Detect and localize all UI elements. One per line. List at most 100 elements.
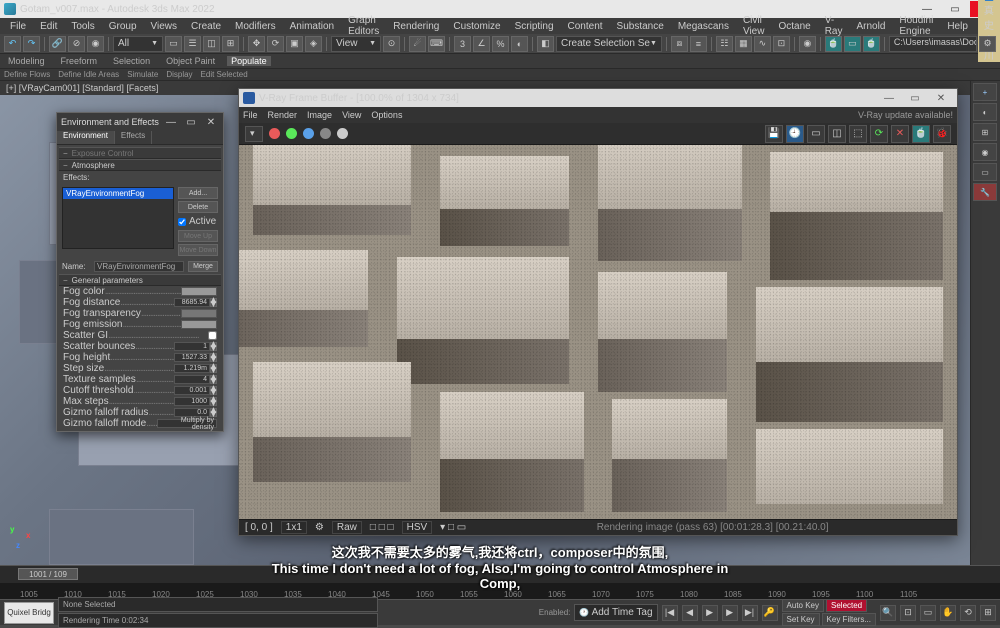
- env-close[interactable]: ✕: [203, 115, 219, 129]
- hierarchy-tab[interactable]: ⊞: [973, 123, 997, 141]
- vfb-menu-render[interactable]: Render: [268, 110, 298, 120]
- menu-octane[interactable]: Octane: [772, 21, 816, 32]
- redo-button[interactable]: ↷: [23, 36, 40, 52]
- spinner-snap-button[interactable]: ◐: [511, 36, 528, 52]
- select-button[interactable]: ▭: [165, 36, 182, 52]
- vfb-mono-channel[interactable]: [337, 128, 348, 139]
- vfb-render-view[interactable]: [239, 145, 957, 519]
- maximize-button[interactable]: ▭: [942, 1, 968, 17]
- display-tab[interactable]: ▭: [973, 163, 997, 181]
- time-slider-track[interactable]: 1001 / 109: [0, 565, 1000, 583]
- vfb-stop-button[interactable]: ✕: [891, 125, 909, 143]
- prev-frame-button[interactable]: ◀: [682, 605, 698, 621]
- env-titlebar[interactable]: Environment and Effects — ▭ ✕: [57, 113, 223, 131]
- play-button[interactable]: ▶: [702, 605, 718, 621]
- vfb-clear-button[interactable]: ▭: [807, 125, 825, 143]
- keyboard-shortcut-button[interactable]: ⌨: [428, 36, 445, 52]
- vfb-close[interactable]: ✕: [929, 91, 953, 105]
- mirror-button[interactable]: ⧈: [671, 36, 688, 52]
- menu-create[interactable]: Create: [185, 21, 227, 32]
- menu-rendering[interactable]: Rendering: [387, 21, 445, 32]
- vfb-menu-image[interactable]: Image: [307, 110, 332, 120]
- menu-customize[interactable]: Customize: [447, 21, 506, 32]
- vfb-channel-dropdown[interactable]: ▾: [245, 126, 263, 142]
- active-checkbox[interactable]: Active: [178, 215, 218, 228]
- env-maximize[interactable]: ▭: [183, 115, 199, 129]
- setkey-button[interactable]: Set Key: [782, 613, 820, 626]
- menu-edit[interactable]: Edit: [34, 21, 63, 32]
- vfb-minimize[interactable]: —: [877, 91, 901, 105]
- moveup-button[interactable]: Move Up: [178, 230, 218, 242]
- env-minimize[interactable]: —: [163, 115, 179, 129]
- menu-file[interactable]: File: [4, 21, 32, 32]
- param-value[interactable]: 1: [174, 342, 210, 351]
- env-tab-effects[interactable]: Effects: [115, 131, 152, 144]
- param-value[interactable]: 0.001: [174, 386, 210, 395]
- link-button[interactable]: 🔗: [49, 36, 66, 52]
- rotate-button[interactable]: ⟳: [267, 36, 284, 52]
- motion-tab[interactable]: ◉: [973, 143, 997, 161]
- rollout-exposure[interactable]: Exposure Control: [59, 147, 221, 159]
- schematic-button[interactable]: ⊡: [773, 36, 790, 52]
- unlink-button[interactable]: ⊘: [68, 36, 85, 52]
- name-input[interactable]: VRayEnvironmentFog: [94, 261, 184, 272]
- vfb-menu-view[interactable]: View: [342, 110, 361, 120]
- vfb-save-button[interactable]: 💾: [765, 125, 783, 143]
- vfb-debug-button[interactable]: 🐞: [933, 125, 951, 143]
- param-value[interactable]: [181, 309, 217, 318]
- vfb-zoom[interactable]: 1x1: [281, 521, 307, 534]
- window-crossing-button[interactable]: ⊞: [222, 36, 239, 52]
- nav-orbit-button[interactable]: ⟲: [960, 605, 976, 621]
- sub-defineflows[interactable]: Define Flows: [4, 70, 50, 79]
- autokey-button[interactable]: Auto Key: [782, 599, 824, 612]
- menu-houdini[interactable]: Houdini Engine: [893, 15, 939, 37]
- sub-display[interactable]: Display: [166, 70, 192, 79]
- vfb-a-channel[interactable]: [320, 128, 331, 139]
- vfb-g-channel[interactable]: [286, 128, 297, 139]
- merge-button[interactable]: Merge: [188, 261, 218, 272]
- select-name-button[interactable]: ☰: [184, 36, 201, 52]
- ribbon-selection[interactable]: Selection: [109, 56, 154, 66]
- selection-filter-dropdown[interactable]: All▼: [113, 36, 163, 52]
- atmosphere-list[interactable]: VRayEnvironmentFog: [62, 187, 174, 249]
- nav-pan-button[interactable]: ✋: [940, 605, 956, 621]
- path-config-button[interactable]: ⚙: [979, 36, 996, 52]
- vfb-menu-file[interactable]: File: [243, 110, 258, 120]
- percent-snap-button[interactable]: %: [492, 36, 509, 52]
- modify-tab[interactable]: ◐: [973, 103, 997, 121]
- vfb-region-button[interactable]: ⬚: [849, 125, 867, 143]
- ribbon-freeform[interactable]: Freeform: [57, 56, 102, 66]
- atmosphere-list-item[interactable]: VRayEnvironmentFog: [63, 188, 173, 199]
- user-badge[interactable]: 👤 真史 今川: [978, 0, 1000, 62]
- bind-button[interactable]: ◉: [87, 36, 104, 52]
- render-button[interactable]: 🍵: [863, 36, 880, 52]
- menu-group[interactable]: Group: [103, 21, 143, 32]
- render-setup-button[interactable]: 🍵: [825, 36, 842, 52]
- quixel-bridge-button[interactable]: Quixel Bridg: [4, 602, 54, 624]
- vfb-raw[interactable]: Raw: [332, 521, 362, 534]
- menu-substance[interactable]: Substance: [611, 21, 670, 32]
- param-value[interactable]: [181, 320, 217, 329]
- vfb-titlebar[interactable]: V-Ray Frame Buffer - [100.0% of 1304 x 7…: [239, 89, 957, 107]
- ribbon-modeling[interactable]: Modeling: [4, 56, 49, 66]
- layer-button[interactable]: ☷: [716, 36, 733, 52]
- rollout-atmosphere[interactable]: Atmosphere: [59, 159, 221, 171]
- menu-content[interactable]: Content: [562, 21, 609, 32]
- env-tab-environment[interactable]: Environment: [57, 131, 115, 144]
- key-mode-button[interactable]: 🔑: [762, 605, 778, 621]
- sub-simulate[interactable]: Simulate: [127, 70, 158, 79]
- delete-button[interactable]: Delete: [178, 201, 218, 213]
- vfb-copy-button[interactable]: ◫: [828, 125, 846, 143]
- create-tab[interactable]: +: [973, 83, 997, 101]
- vfb-r-channel[interactable]: [269, 128, 280, 139]
- add-button[interactable]: Add...: [178, 187, 218, 199]
- snap-toggle-button[interactable]: 3: [454, 36, 471, 52]
- utilities-tab[interactable]: 🔧: [973, 183, 997, 201]
- sub-editselected[interactable]: Edit Selected: [201, 70, 248, 79]
- menu-views[interactable]: Views: [145, 21, 184, 32]
- next-frame-button[interactable]: ▶: [722, 605, 738, 621]
- selected-button[interactable]: Selected: [826, 599, 867, 612]
- nav-zoom-button[interactable]: 🔍: [880, 605, 896, 621]
- undo-button[interactable]: ↶: [4, 36, 21, 52]
- move-button[interactable]: ✥: [248, 36, 265, 52]
